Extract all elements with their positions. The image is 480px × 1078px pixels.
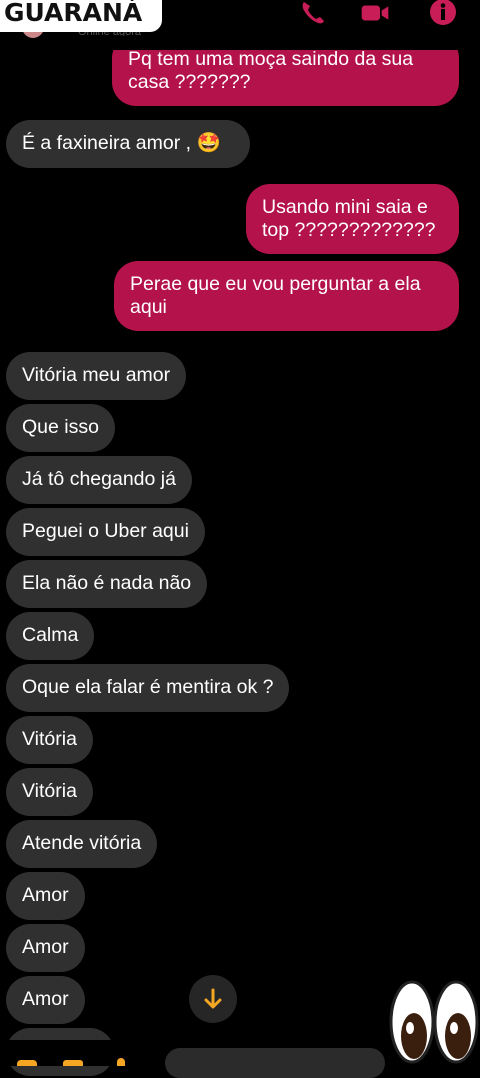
microphone-icon[interactable] [110, 1056, 132, 1066]
message-bubble-incoming[interactable]: Vitória [6, 716, 93, 764]
scroll-to-bottom-button[interactable] [189, 975, 237, 1023]
message-bubble-incoming[interactable]: Atende vitória [6, 820, 158, 868]
message-bubble-incoming[interactable]: Ela não é nada não [6, 560, 208, 608]
chat-header: Online agora GUARANÁ [0, 0, 480, 50]
info-icon[interactable] [428, 0, 458, 26]
camera-icon[interactable] [16, 1056, 38, 1066]
message-text: Pq tem uma moça saindo da sua [128, 48, 414, 70]
message-bubble-incoming[interactable]: Amor [6, 872, 85, 920]
message-text: casa ??????? [128, 71, 251, 93]
message-text: Vitória meu amor [22, 364, 171, 386]
eyes-emoji-icon [388, 978, 480, 1066]
message-text: Já tô chegando já [22, 468, 176, 490]
gallery-icon[interactable] [62, 1056, 84, 1066]
message-bubble-incoming[interactable]: Vitória meu amor [6, 352, 187, 400]
message-text: Peguei o Uber aqui [22, 520, 189, 542]
message-text: Ela não é nada não [22, 572, 192, 594]
message-bubble-incoming[interactable]: Vitória [6, 768, 93, 816]
message-text: Oque ela falar é mentira ok ? [22, 676, 274, 698]
message-text: Amor [22, 884, 69, 906]
message-bubble-incoming[interactable]: Calma [6, 612, 95, 660]
message-text: top ????????????? [262, 219, 436, 241]
message-bubble-outgoing[interactable]: Perae que eu vou perguntar a ela aqui [114, 261, 459, 331]
message-text: Calma [22, 624, 79, 646]
phone-icon[interactable] [298, 0, 328, 26]
message-bubble-incoming[interactable]: É a faxineira amor , 🤩 [6, 120, 250, 168]
message-text: Que isso [22, 416, 99, 438]
message-bubble-incoming[interactable]: Que isso [6, 404, 115, 452]
message-text: Vitória [22, 780, 77, 802]
message-text: É a faxineira amor , 🤩 [22, 132, 221, 154]
arrow-down-icon [204, 988, 222, 1009]
message-bubble-outgoing[interactable]: Usando mini saia e top ????????????? [246, 184, 459, 254]
message-text: Amor [22, 988, 69, 1010]
contact-name[interactable]: GUARANÁ [0, 0, 163, 32]
video-camera-icon[interactable] [360, 0, 390, 26]
message-text: Perae que eu vou perguntar a ela [130, 273, 421, 295]
message-bubble-incoming[interactable]: Amor [6, 976, 85, 1024]
message-bubble-incoming[interactable]: Peguei o Uber aqui [6, 508, 205, 556]
message-text: Vitória [22, 728, 77, 750]
message-text: aqui [130, 296, 167, 318]
message-text: Usando mini saia e [262, 196, 428, 218]
message-bubble-incoming[interactable]: Amor [6, 924, 85, 972]
message-bubble-incoming[interactable]: Oque ela falar é mentira ok ? [6, 664, 290, 712]
message-text: Atende vitória [22, 832, 142, 854]
message-input[interactable] [165, 1048, 385, 1078]
message-text: Amor [22, 936, 69, 958]
message-bubble-incoming[interactable]: Já tô chegando já [6, 456, 192, 504]
